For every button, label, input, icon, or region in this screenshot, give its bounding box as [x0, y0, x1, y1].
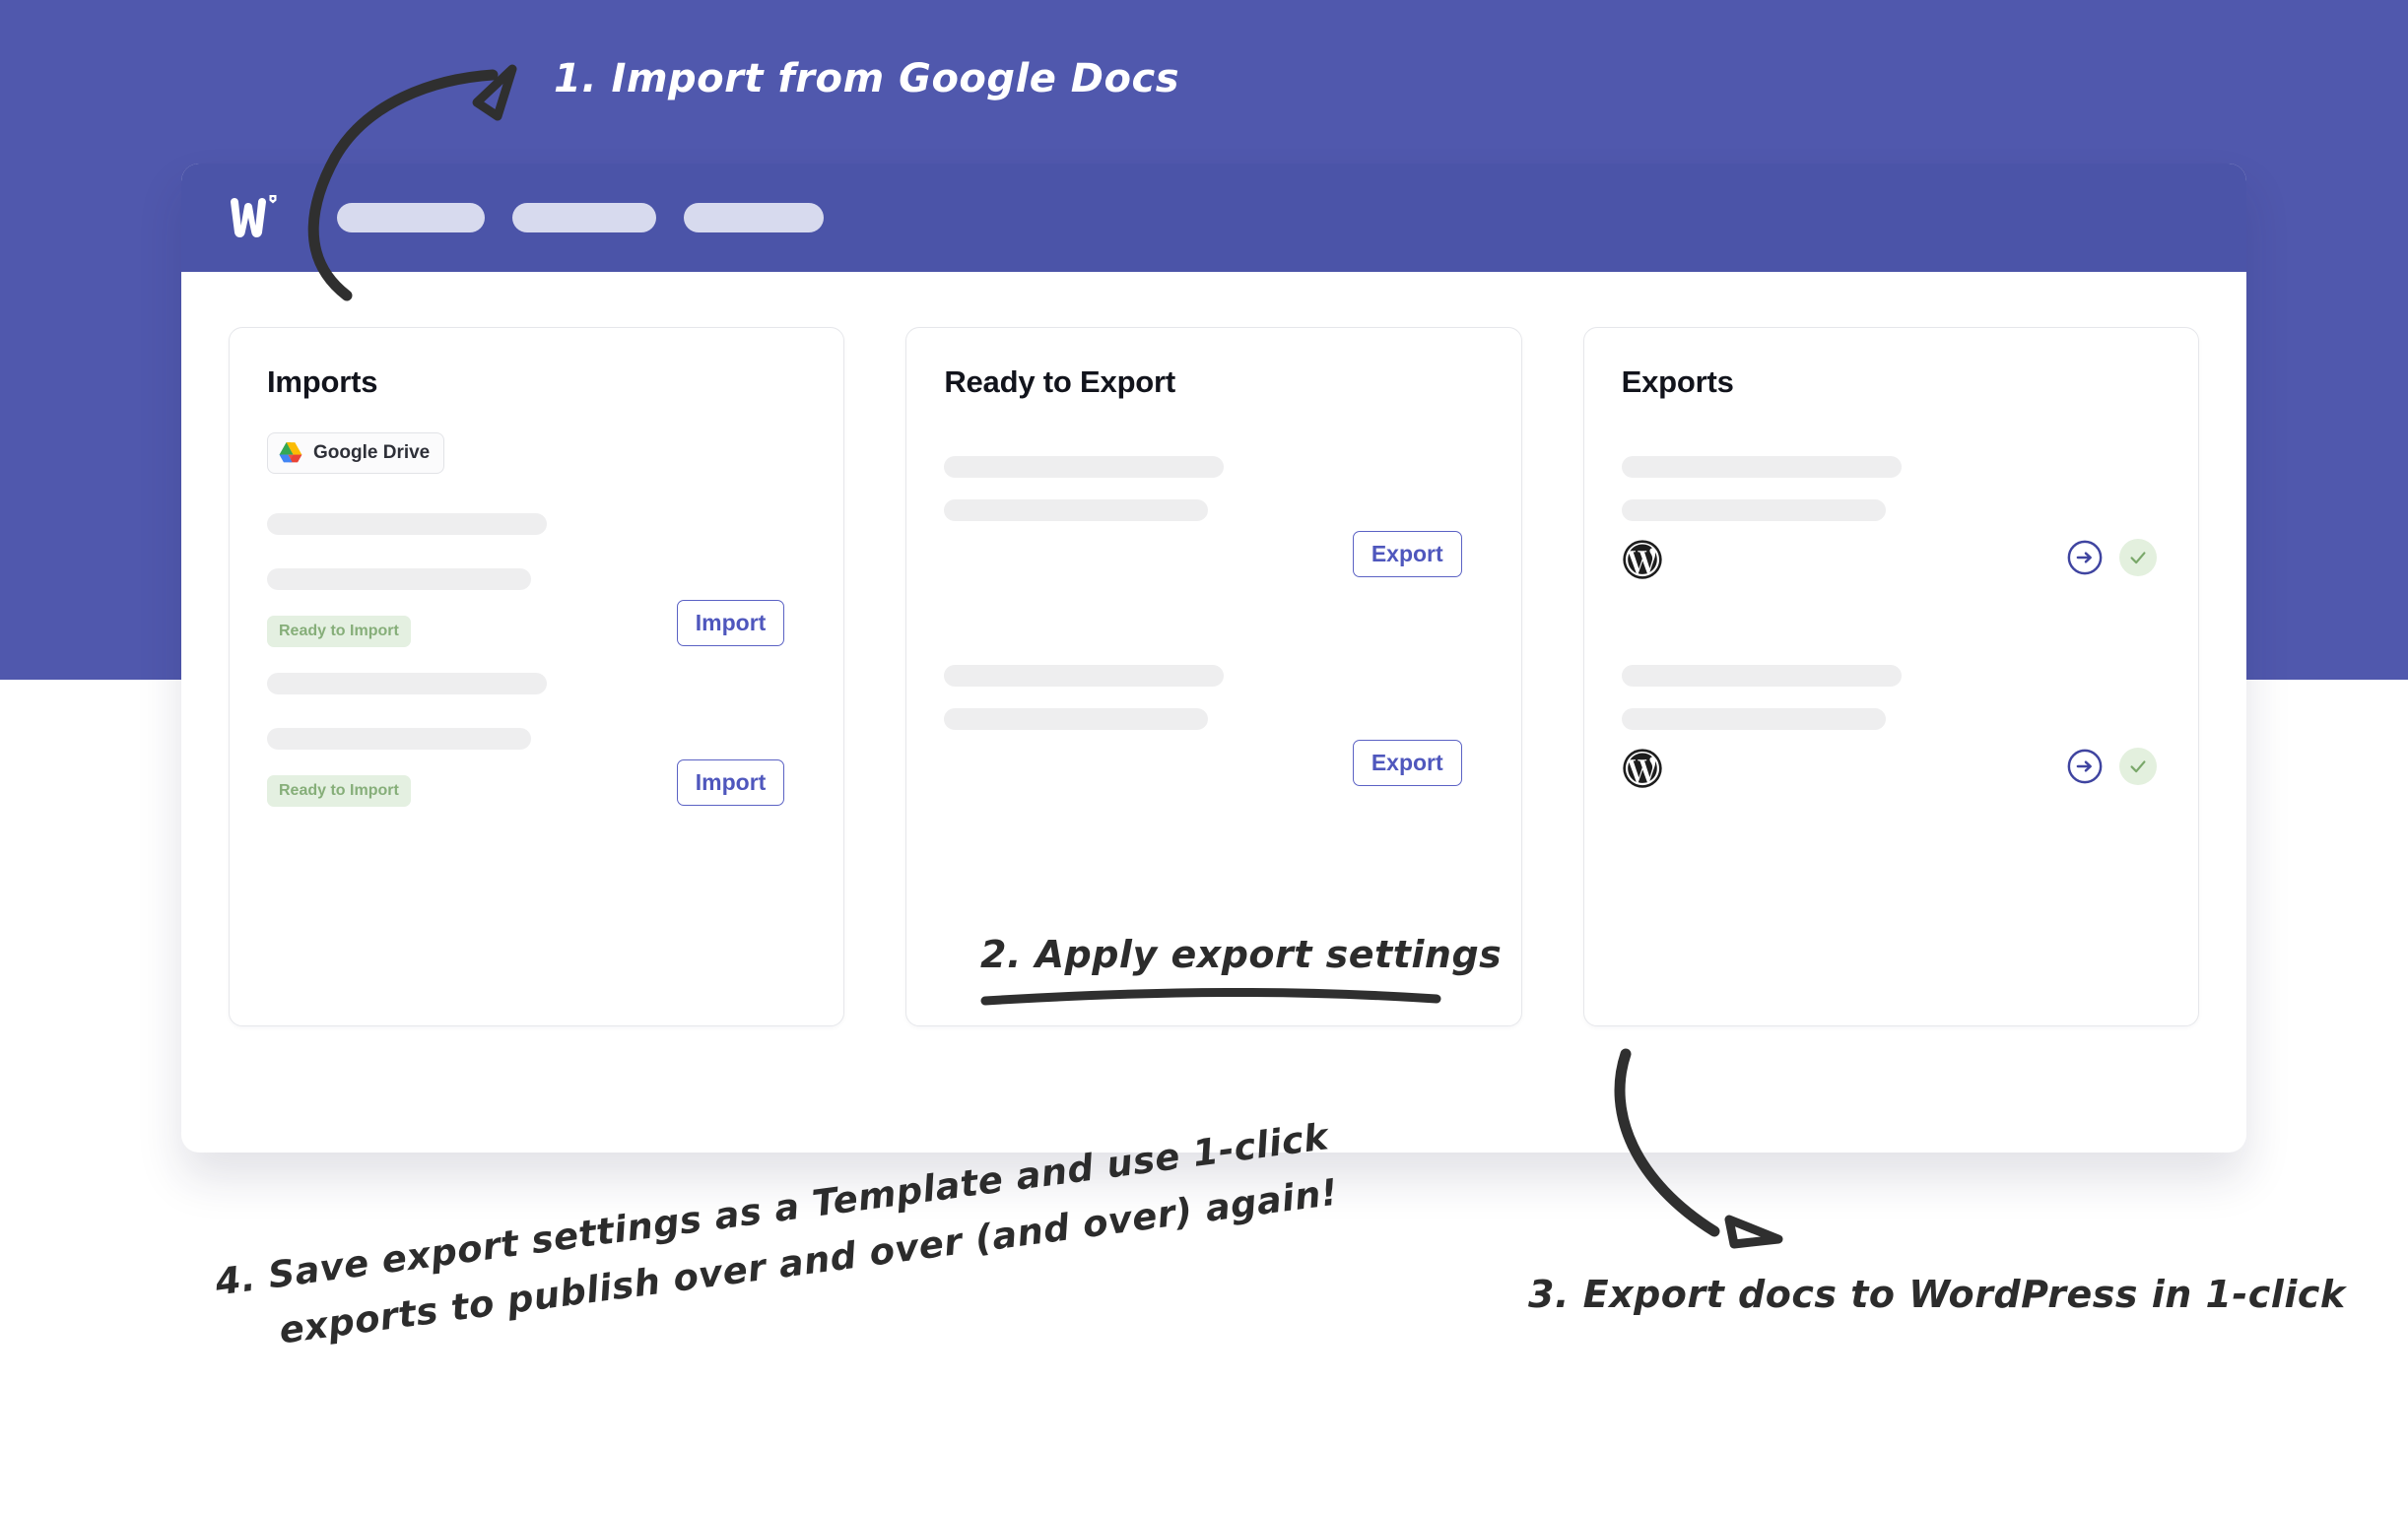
app-header	[181, 164, 2246, 272]
annotation-step-3: 3. Export docs to WordPress in 1-click	[1528, 1273, 2346, 1316]
check-circle-icon	[2118, 539, 2157, 577]
skeleton-line	[267, 728, 531, 751]
check-circle-icon	[2118, 748, 2157, 786]
exports-card: Exports	[1582, 327, 2199, 1026]
wordable-logo[interactable]	[223, 188, 282, 247]
google-drive-source-chip[interactable]: Google Drive	[267, 432, 445, 475]
nav-pill-2[interactable]	[512, 203, 656, 232]
import-button[interactable]: Import	[676, 600, 785, 647]
skeleton-line	[267, 673, 547, 695]
wordpress-icon	[1622, 540, 1662, 579]
google-drive-icon	[279, 442, 302, 463]
skeleton-line	[1621, 456, 1902, 479]
app-window: Imports Google Drive Ready to Import Imp…	[181, 164, 2246, 1153]
skeleton-line	[1621, 708, 1886, 731]
export-button[interactable]: Export	[1352, 740, 1462, 787]
exports-card-title: Exports	[1621, 364, 1734, 399]
export-row-2	[1621, 665, 2161, 823]
skeleton-line	[267, 568, 531, 591]
google-drive-chip-label: Google Drive	[313, 442, 431, 464]
export-row-1	[1621, 456, 2161, 614]
ready-to-import-badge: Ready to Import	[267, 775, 411, 808]
wordpress-icon	[1622, 749, 1662, 788]
skeleton-line	[1621, 499, 1886, 522]
imports-card: Imports Google Drive Ready to Import Imp…	[229, 327, 845, 1026]
ready-to-import-badge: Ready to Import	[267, 616, 411, 648]
header-nav	[337, 203, 824, 232]
nav-pill-3[interactable]	[684, 203, 824, 232]
import-row-2: Ready to Import Import	[267, 673, 806, 821]
ready-export-row-2: Export	[944, 665, 1483, 823]
annotation-step-1: 1. Import from Google Docs	[554, 56, 1180, 101]
check-icon	[2130, 552, 2146, 564]
skeleton-line	[267, 513, 547, 536]
import-row-1: Ready to Import Import	[267, 513, 806, 661]
import-button[interactable]: Import	[676, 759, 785, 807]
skeleton-line	[944, 665, 1225, 688]
ready-to-export-card: Ready to Export Export Export	[905, 327, 1522, 1026]
arrow-right-circle-icon[interactable]	[2066, 539, 2104, 576]
imports-card-title: Imports	[267, 364, 378, 399]
skeleton-line	[944, 499, 1209, 522]
screenshot-stage: Imports Google Drive Ready to Import Imp…	[0, 0, 2408, 1515]
ready-export-row-1: Export	[944, 456, 1483, 614]
ready-to-export-card-title: Ready to Export	[944, 364, 1176, 399]
app-body: Imports Google Drive Ready to Import Imp…	[181, 272, 2246, 1026]
skeleton-line	[944, 708, 1209, 731]
skeleton-line	[1621, 665, 1902, 688]
arrow-right-circle-icon[interactable]	[2066, 748, 2104, 785]
export-button[interactable]: Export	[1352, 531, 1462, 578]
check-icon	[2130, 760, 2146, 773]
skeleton-line	[944, 456, 1225, 479]
nav-pill-1[interactable]	[337, 203, 485, 232]
annotation-step-2: 2. Apply export settings	[980, 933, 1503, 976]
